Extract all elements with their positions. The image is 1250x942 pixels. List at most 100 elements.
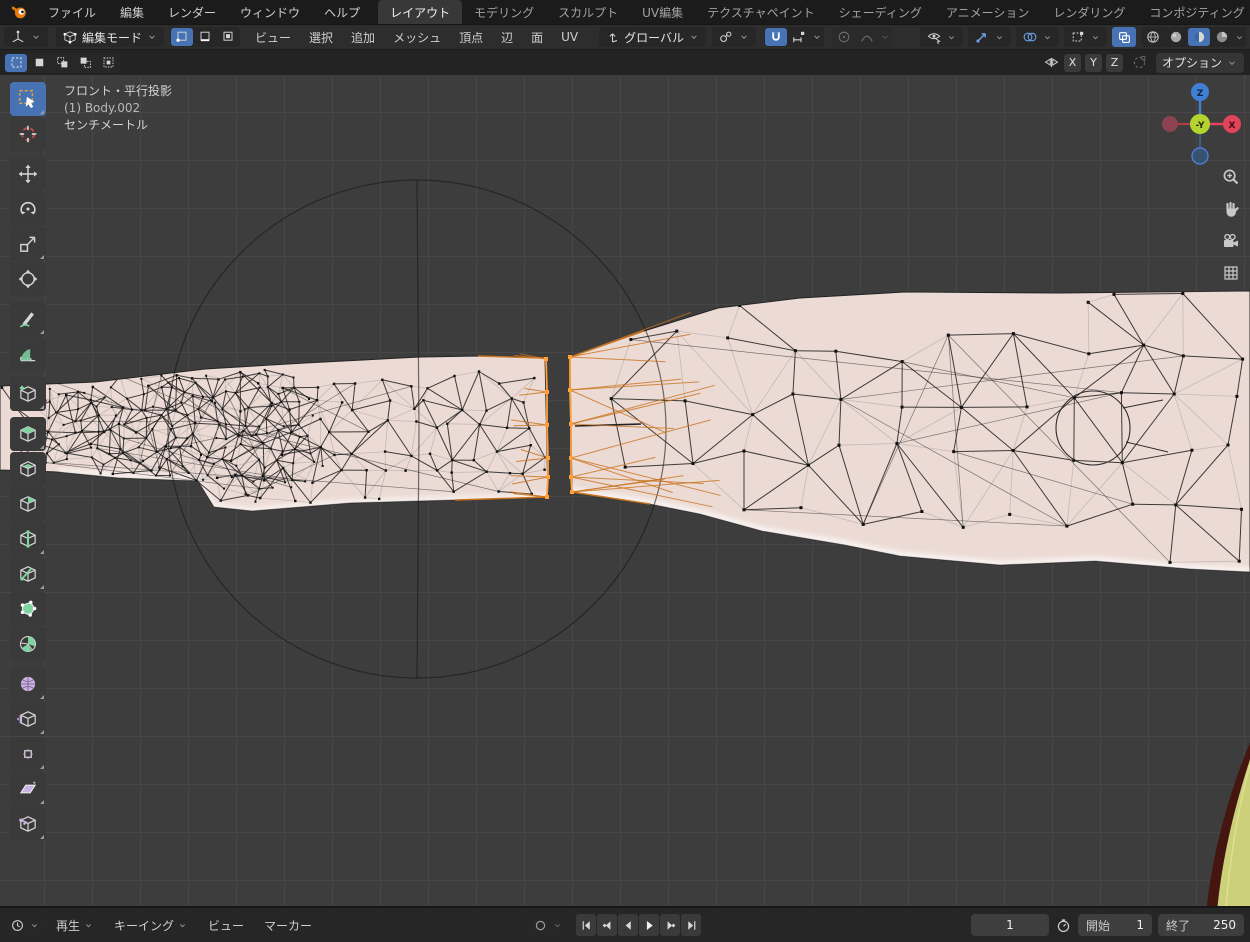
xray-toggle-button[interactable] (1112, 27, 1136, 47)
tool-extrude-region[interactable] (10, 417, 46, 451)
header-menu-4[interactable]: 頂点 (450, 25, 492, 49)
header-menu-7[interactable]: UV (552, 25, 587, 49)
editor-type-button[interactable] (4, 27, 48, 47)
timeline-menu-2[interactable]: ビュー (198, 908, 254, 942)
orientation-dropdown[interactable]: グローバル (599, 27, 706, 47)
zoom-button[interactable] (1218, 164, 1244, 190)
timeline-editor-type-button[interactable] (4, 915, 46, 935)
header-menu-0[interactable]: ビュー (246, 25, 300, 49)
tool-add-cube[interactable] (10, 377, 46, 411)
snap-target-dropdown[interactable] (788, 28, 810, 46)
stopwatch-icon[interactable] (1055, 917, 1072, 934)
axis-negz-ball[interactable] (1192, 148, 1208, 164)
tool-transform[interactable] (10, 262, 46, 296)
timeline-menu-0[interactable]: 再生 (46, 908, 104, 942)
options-dropdown[interactable]: オプション (1156, 53, 1244, 73)
orthographic-grid-button[interactable] (1218, 260, 1244, 286)
select-op-subtract-button[interactable] (51, 54, 73, 72)
tool-measure[interactable] (10, 337, 46, 371)
tool-scale[interactable] (10, 227, 46, 261)
snap-base-icon[interactable] (1131, 54, 1148, 71)
workspace-tab-6[interactable]: アニメーション (934, 0, 1042, 24)
workspace-tab-7[interactable]: レンダリング (1041, 0, 1137, 24)
tool-rotate[interactable] (10, 192, 46, 226)
blender-logo-icon[interactable] (0, 3, 36, 21)
workspace-tab-3[interactable]: UV編集 (630, 0, 695, 24)
shading-wireframe-button[interactable] (1142, 28, 1164, 46)
pan-button[interactable] (1218, 196, 1244, 222)
mode-dropdown[interactable]: 編集モード (56, 27, 164, 47)
axis-negx-ball[interactable] (1162, 116, 1178, 132)
camera-view-button[interactable] (1218, 228, 1244, 254)
select-op-intersect-button[interactable] (97, 54, 119, 72)
frame-end-field[interactable]: 終了 250 (1158, 914, 1244, 936)
tool-shrink-fatten[interactable] (10, 737, 46, 771)
tool-move[interactable] (10, 157, 46, 191)
pivot-point-dropdown[interactable] (712, 27, 756, 47)
topbar-menu-2[interactable]: レンダー (156, 0, 228, 24)
tool-rip-region[interactable] (10, 807, 46, 841)
workspace-tab-4[interactable]: テクスチャペイント (695, 0, 827, 24)
next-keyframe-button[interactable] (660, 914, 680, 936)
falloff-chevron-icon[interactable] (879, 31, 891, 43)
topbar-menu-4[interactable]: ヘルプ (312, 0, 372, 24)
tool-shear[interactable] (10, 772, 46, 806)
mirror-axis-y-button[interactable]: Y (1085, 54, 1102, 72)
face-select-mode-button[interactable] (217, 28, 239, 46)
viewport-3d[interactable]: フロント・平行投影 (1) Body.002 センチメートル Z X -Y (0, 74, 1250, 908)
play-button[interactable] (639, 914, 659, 936)
workspace-tab-8[interactable]: コンポジティング (1137, 0, 1250, 24)
edge-select-mode-button[interactable] (194, 28, 216, 46)
jump-start-button[interactable] (576, 914, 596, 936)
mirror-butterfly-icon[interactable] (1043, 54, 1060, 71)
tool-smooth[interactable] (10, 667, 46, 701)
header-menu-6[interactable]: 面 (522, 25, 552, 49)
play-reverse-button[interactable] (618, 914, 638, 936)
show-overlays-dropdown[interactable] (1016, 27, 1059, 47)
frame-start-field[interactable]: 開始 1 (1078, 914, 1152, 936)
timeline-menu-1[interactable]: キーイング (104, 908, 198, 942)
workspace-tab-0[interactable]: レイアウト (378, 0, 462, 24)
timeline-menu-3[interactable]: マーカー (254, 908, 322, 942)
workspace-tab-2[interactable]: スカルプト (546, 0, 630, 24)
tool-loop-cut[interactable] (10, 522, 46, 556)
topbar-menu-1[interactable]: 編集 (108, 0, 156, 24)
shading-rendered-button[interactable] (1211, 28, 1233, 46)
jump-end-button[interactable] (681, 914, 701, 936)
tool-bevel[interactable] (10, 487, 46, 521)
current-frame-field[interactable]: 1 (971, 914, 1049, 936)
select-op-extend-button[interactable] (28, 54, 50, 72)
header-menu-1[interactable]: 選択 (300, 25, 342, 49)
tool-annotate[interactable] (10, 302, 46, 336)
select-op-invert-button[interactable] (74, 54, 96, 72)
proportional-edit-toggle[interactable] (833, 28, 855, 46)
topbar-menu-3[interactable]: ウィンドウ (228, 0, 312, 24)
tool-box-select[interactable] (10, 82, 46, 116)
mirror-axis-z-button[interactable]: Z (1106, 54, 1123, 72)
autokey-chevron-icon[interactable] (552, 920, 563, 931)
tool-inset-faces[interactable] (10, 452, 46, 486)
tool-poly-build[interactable] (10, 592, 46, 626)
shading-chevron-icon[interactable] (1234, 32, 1245, 43)
xray-options-dropdown[interactable] (1064, 27, 1107, 47)
workspace-tab-5[interactable]: シェーディング (827, 0, 934, 24)
shading-solid-button[interactable] (1165, 28, 1187, 46)
proportional-falloff-dropdown[interactable] (856, 28, 878, 46)
show-gizmos-dropdown[interactable] (968, 27, 1011, 47)
tool-spin[interactable] (10, 627, 46, 661)
header-menu-3[interactable]: メッシュ (384, 25, 450, 49)
auto-keying-toggle[interactable] (529, 916, 551, 934)
prev-keyframe-button[interactable] (597, 914, 617, 936)
workspace-tab-1[interactable]: モデリング (462, 0, 546, 24)
tool-edge-slide[interactable] (10, 702, 46, 736)
tool-knife[interactable] (10, 557, 46, 591)
mirror-axis-x-button[interactable]: X (1064, 54, 1081, 72)
topbar-menu-0[interactable]: ファイル (36, 0, 108, 24)
tool-cursor[interactable] (10, 117, 46, 151)
header-menu-2[interactable]: 追加 (342, 25, 384, 49)
snap-toggle-button[interactable] (765, 28, 787, 46)
vertex-select-mode-button[interactable] (171, 28, 193, 46)
select-op-new-button[interactable] (5, 54, 27, 72)
navigation-gizmo[interactable]: Z X -Y (1154, 78, 1246, 170)
shading-material-preview-button[interactable] (1188, 28, 1210, 46)
